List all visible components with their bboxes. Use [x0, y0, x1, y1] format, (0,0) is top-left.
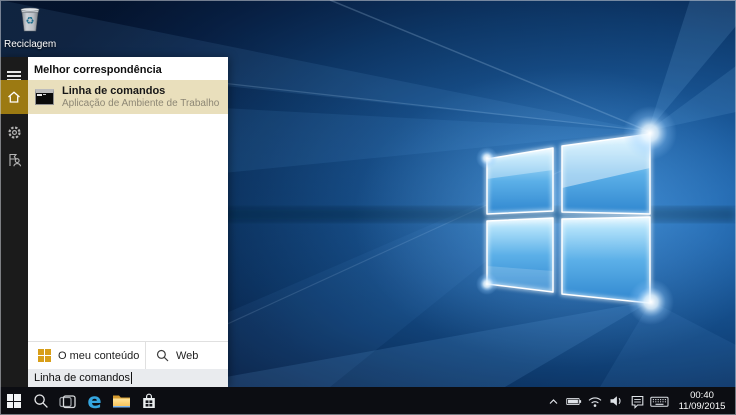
clock-time: 00:40: [674, 390, 730, 401]
web-label: Web: [176, 350, 198, 362]
clock-date: 11/09/2015: [674, 401, 730, 412]
command-prompt-icon: [35, 89, 54, 105]
tray-battery-icon[interactable]: [566, 387, 582, 415]
search-icon: [156, 349, 169, 362]
gear-icon: [7, 125, 22, 140]
store-taskbar-button[interactable]: [135, 387, 162, 415]
my-stuff-label: O meu conteúdo: [58, 350, 139, 362]
sidebar-item-feedback[interactable]: [0, 147, 28, 173]
edge-icon: e: [87, 391, 101, 411]
recycle-bin-shortcut[interactable]: ♻ Reciclagem: [4, 5, 56, 50]
feedback-person-icon: [6, 152, 22, 168]
store-icon: [141, 392, 157, 410]
recycle-bin-label: Reciclagem: [4, 39, 56, 50]
search-results-area: Melhor correspondência Linha de comandos…: [28, 57, 228, 387]
recycle-bin-icon: ♻: [16, 5, 44, 33]
text-caret: [131, 372, 132, 384]
web-filter-button[interactable]: Web: [146, 342, 228, 369]
tray-chevron-up-icon[interactable]: [545, 387, 561, 415]
tray-wifi-icon[interactable]: [587, 387, 603, 415]
task-view-button[interactable]: [54, 387, 81, 415]
system-tray: 00:40 11/09/2015: [545, 387, 736, 415]
tray-action-center-icon[interactable]: [629, 387, 645, 415]
svg-text:♻: ♻: [26, 16, 35, 27]
file-explorer-taskbar-button[interactable]: [108, 387, 135, 415]
search-panel-sidebar: [0, 57, 28, 387]
home-icon: [6, 89, 22, 105]
start-button[interactable]: [0, 387, 27, 415]
edge-taskbar-button[interactable]: e: [81, 387, 108, 415]
search-panel: Melhor correspondência Linha de comandos…: [0, 57, 228, 387]
sidebar-item-settings[interactable]: [0, 119, 28, 145]
sidebar-item-home[interactable]: [0, 80, 28, 114]
task-view-icon: [59, 394, 76, 409]
tray-volume-icon[interactable]: [608, 387, 624, 415]
search-input[interactable]: Linha de comandos: [28, 369, 228, 387]
start-windows-icon: [7, 394, 21, 408]
file-explorer-icon: [112, 393, 131, 409]
taskbar-clock[interactable]: 00:40 11/09/2015: [674, 390, 730, 412]
best-match-header: Melhor correspondência: [34, 64, 162, 76]
search-icon: [33, 393, 49, 409]
windows-desktop: ♻ Reciclagem: [0, 0, 736, 415]
result-subtitle: Aplicação de Ambiente de Trabalho: [62, 98, 219, 110]
tray-keyboard-icon[interactable]: [650, 387, 669, 415]
taskbar-left-icons: e: [0, 387, 162, 415]
windows-flag-icon: [38, 349, 51, 362]
search-filter-bar: O meu conteúdo Web: [28, 341, 228, 369]
search-result-command-prompt[interactable]: Linha de comandos Aplicação de Ambiente …: [28, 80, 228, 114]
my-stuff-filter-button[interactable]: O meu conteúdo: [28, 342, 146, 369]
taskbar-search-button[interactable]: [27, 387, 54, 415]
search-input-value: Linha de comandos: [34, 372, 130, 384]
taskbar: e: [0, 387, 736, 415]
result-title: Linha de comandos: [62, 85, 219, 98]
